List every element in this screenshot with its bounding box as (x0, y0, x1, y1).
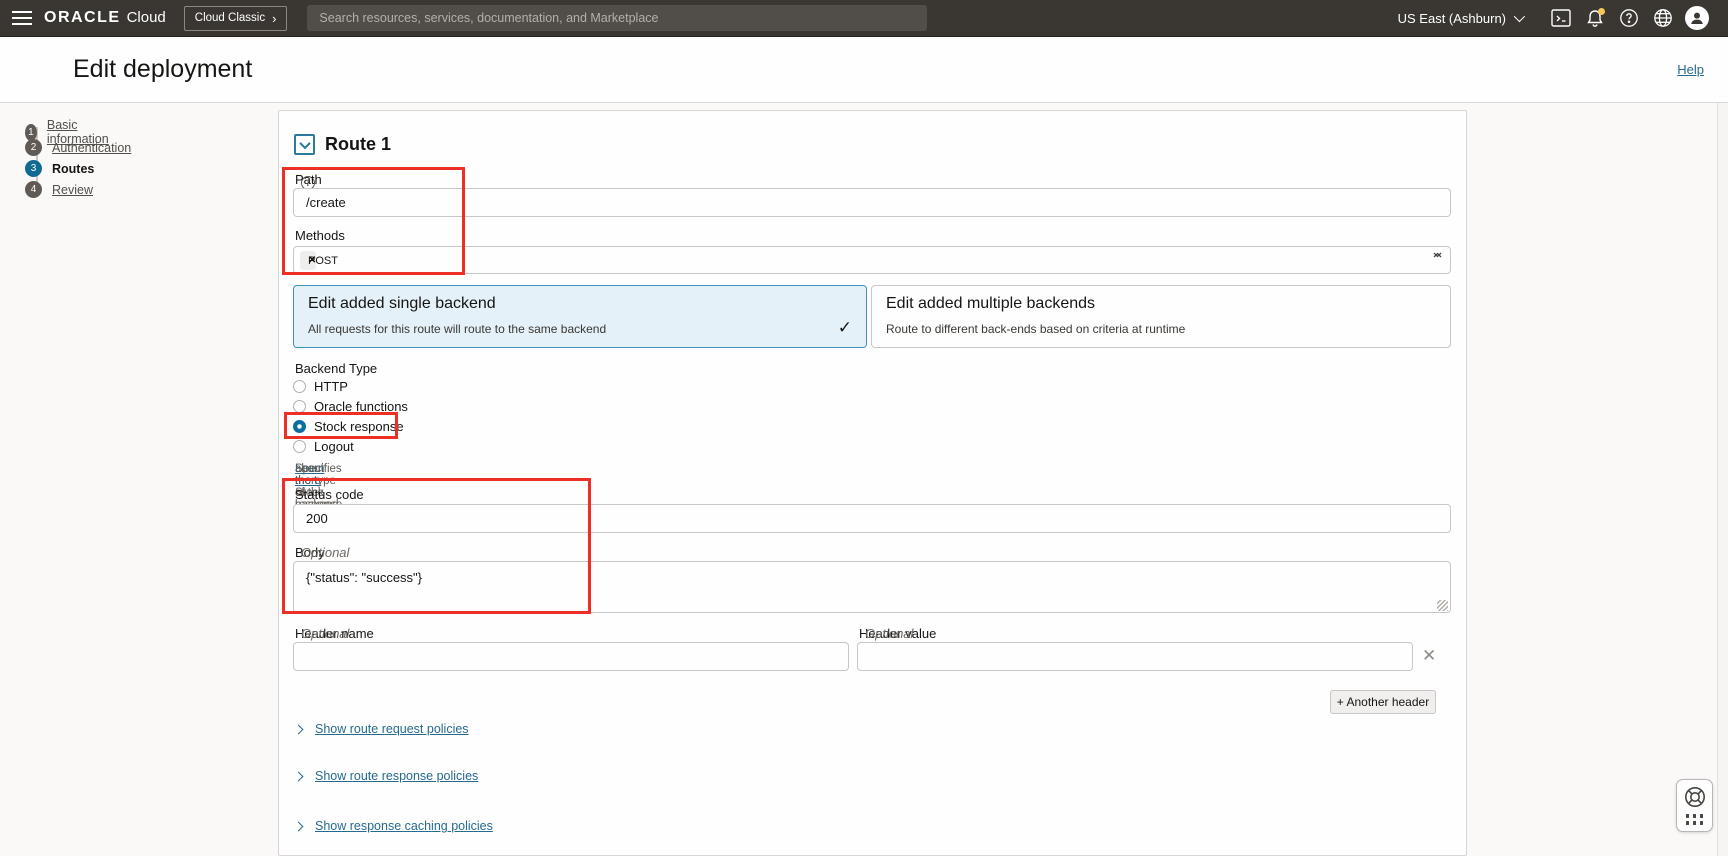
status-code-input[interactable] (293, 504, 1451, 533)
page-header: Edit deployment Help (0, 37, 1728, 103)
radio-logout[interactable]: Logout (293, 439, 354, 454)
methods-label: Methods (295, 228, 345, 243)
drag-dots-icon (1686, 814, 1704, 825)
path-input[interactable] (293, 188, 1451, 217)
radio-stock-response[interactable]: Stock response (293, 419, 404, 434)
method-chip-post: POST ✕ (300, 251, 316, 270)
scrollbar-track[interactable] (1717, 37, 1728, 856)
chevron-right-icon: › (272, 12, 276, 25)
step-label: Authentication (52, 141, 131, 155)
multiple-backend-subtitle: Route to different back-ends based on cr… (886, 322, 1185, 336)
another-header-button[interactable]: + Another header (1330, 690, 1436, 714)
radio-oracle-functions[interactable]: Oracle functions (293, 399, 408, 414)
methods-select[interactable]: POST ✕ (293, 246, 1451, 274)
header-name-input[interactable] (293, 642, 849, 671)
show-route-response-policies[interactable]: Show route response policies (295, 769, 478, 783)
route-card: Route 1 Pathi Methods POST ✕ Edit added … (278, 110, 1467, 856)
chevron-right-icon (294, 821, 304, 831)
chevron-right-icon (294, 771, 304, 781)
header-value-input[interactable] (857, 642, 1413, 671)
topbar-right: US East (Ashburn) (1398, 0, 1728, 37)
step-number: 1 (25, 124, 37, 141)
show-response-caching-policies[interactable]: Show response caching policies (295, 819, 493, 833)
single-backend-card[interactable]: Edit added single backend All requests f… (293, 285, 867, 348)
hamburger-menu-icon[interactable] (0, 0, 44, 37)
chevron-right-icon (294, 724, 304, 734)
brand-oracle: ORACLE (44, 9, 121, 27)
step-routes[interactable]: 3 Routes (25, 160, 94, 177)
cloud-classic-label: Cloud Classic (195, 12, 265, 24)
multiple-backend-card[interactable]: Edit added multiple backends Route to di… (871, 285, 1451, 348)
user-avatar[interactable] (1680, 0, 1714, 37)
topbar: ORACLE Cloud Cloud Classic › US East (As… (0, 0, 1728, 37)
cloud-shell-icon[interactable] (1544, 0, 1578, 37)
step-authentication[interactable]: 2 Authentication (25, 139, 131, 156)
radio-selected-icon (293, 420, 306, 433)
status-code-label: Status code (295, 487, 364, 502)
region-label: US East (Ashburn) (1398, 11, 1506, 26)
radio-circle-icon (293, 400, 306, 413)
help-icon[interactable] (1612, 0, 1646, 37)
radio-circle-icon (293, 380, 306, 393)
search-input[interactable] (307, 5, 927, 31)
help-link[interactable]: Help (1677, 62, 1704, 77)
radio-circle-icon (293, 440, 306, 453)
step-label: Routes (52, 162, 94, 176)
collapse-route-icon[interactable] (294, 134, 315, 155)
multiple-backend-title: Edit added multiple backends (886, 295, 1095, 313)
search-bar (307, 5, 927, 31)
step-number: 4 (25, 181, 42, 198)
notifications-bell-icon[interactable] (1578, 0, 1612, 37)
remove-method-icon[interactable]: ✕ (308, 255, 316, 266)
textarea-resize-handle-icon[interactable] (1437, 600, 1448, 611)
step-label: Review (52, 183, 93, 197)
step-number: 3 (25, 160, 42, 177)
floating-support-widget[interactable] (1676, 779, 1713, 832)
chevron-down-icon (1514, 11, 1525, 22)
selected-check-icon: ✓ (838, 318, 852, 338)
region-selector[interactable]: US East (Ashburn) (1398, 11, 1522, 26)
body-textarea[interactable]: {"status": "success"} (293, 561, 1451, 613)
language-globe-icon[interactable] (1646, 0, 1680, 37)
oracle-cloud-logo: ORACLE Cloud (44, 9, 166, 27)
radio-http[interactable]: HTTP (293, 379, 348, 394)
step-number: 2 (25, 139, 42, 156)
backend-type-label: Backend Type (295, 361, 377, 376)
page-title: Edit deployment (73, 55, 252, 84)
cloud-classic-button[interactable]: Cloud Classic › (184, 6, 288, 31)
single-backend-subtitle: All requests for this route will route t… (308, 322, 606, 336)
single-backend-title: Edit added single backend (308, 295, 496, 313)
brand-cloud: Cloud (127, 9, 166, 26)
route-title: Route 1 (325, 134, 391, 155)
life-ring-icon (1683, 785, 1707, 809)
step-review[interactable]: 4 Review (25, 181, 93, 198)
select-stepper-icon (1432, 252, 1442, 270)
notification-badge (1598, 8, 1605, 15)
remove-header-icon[interactable]: ✕ (1422, 646, 1436, 666)
show-route-request-policies[interactable]: Show route request policies (295, 722, 469, 736)
